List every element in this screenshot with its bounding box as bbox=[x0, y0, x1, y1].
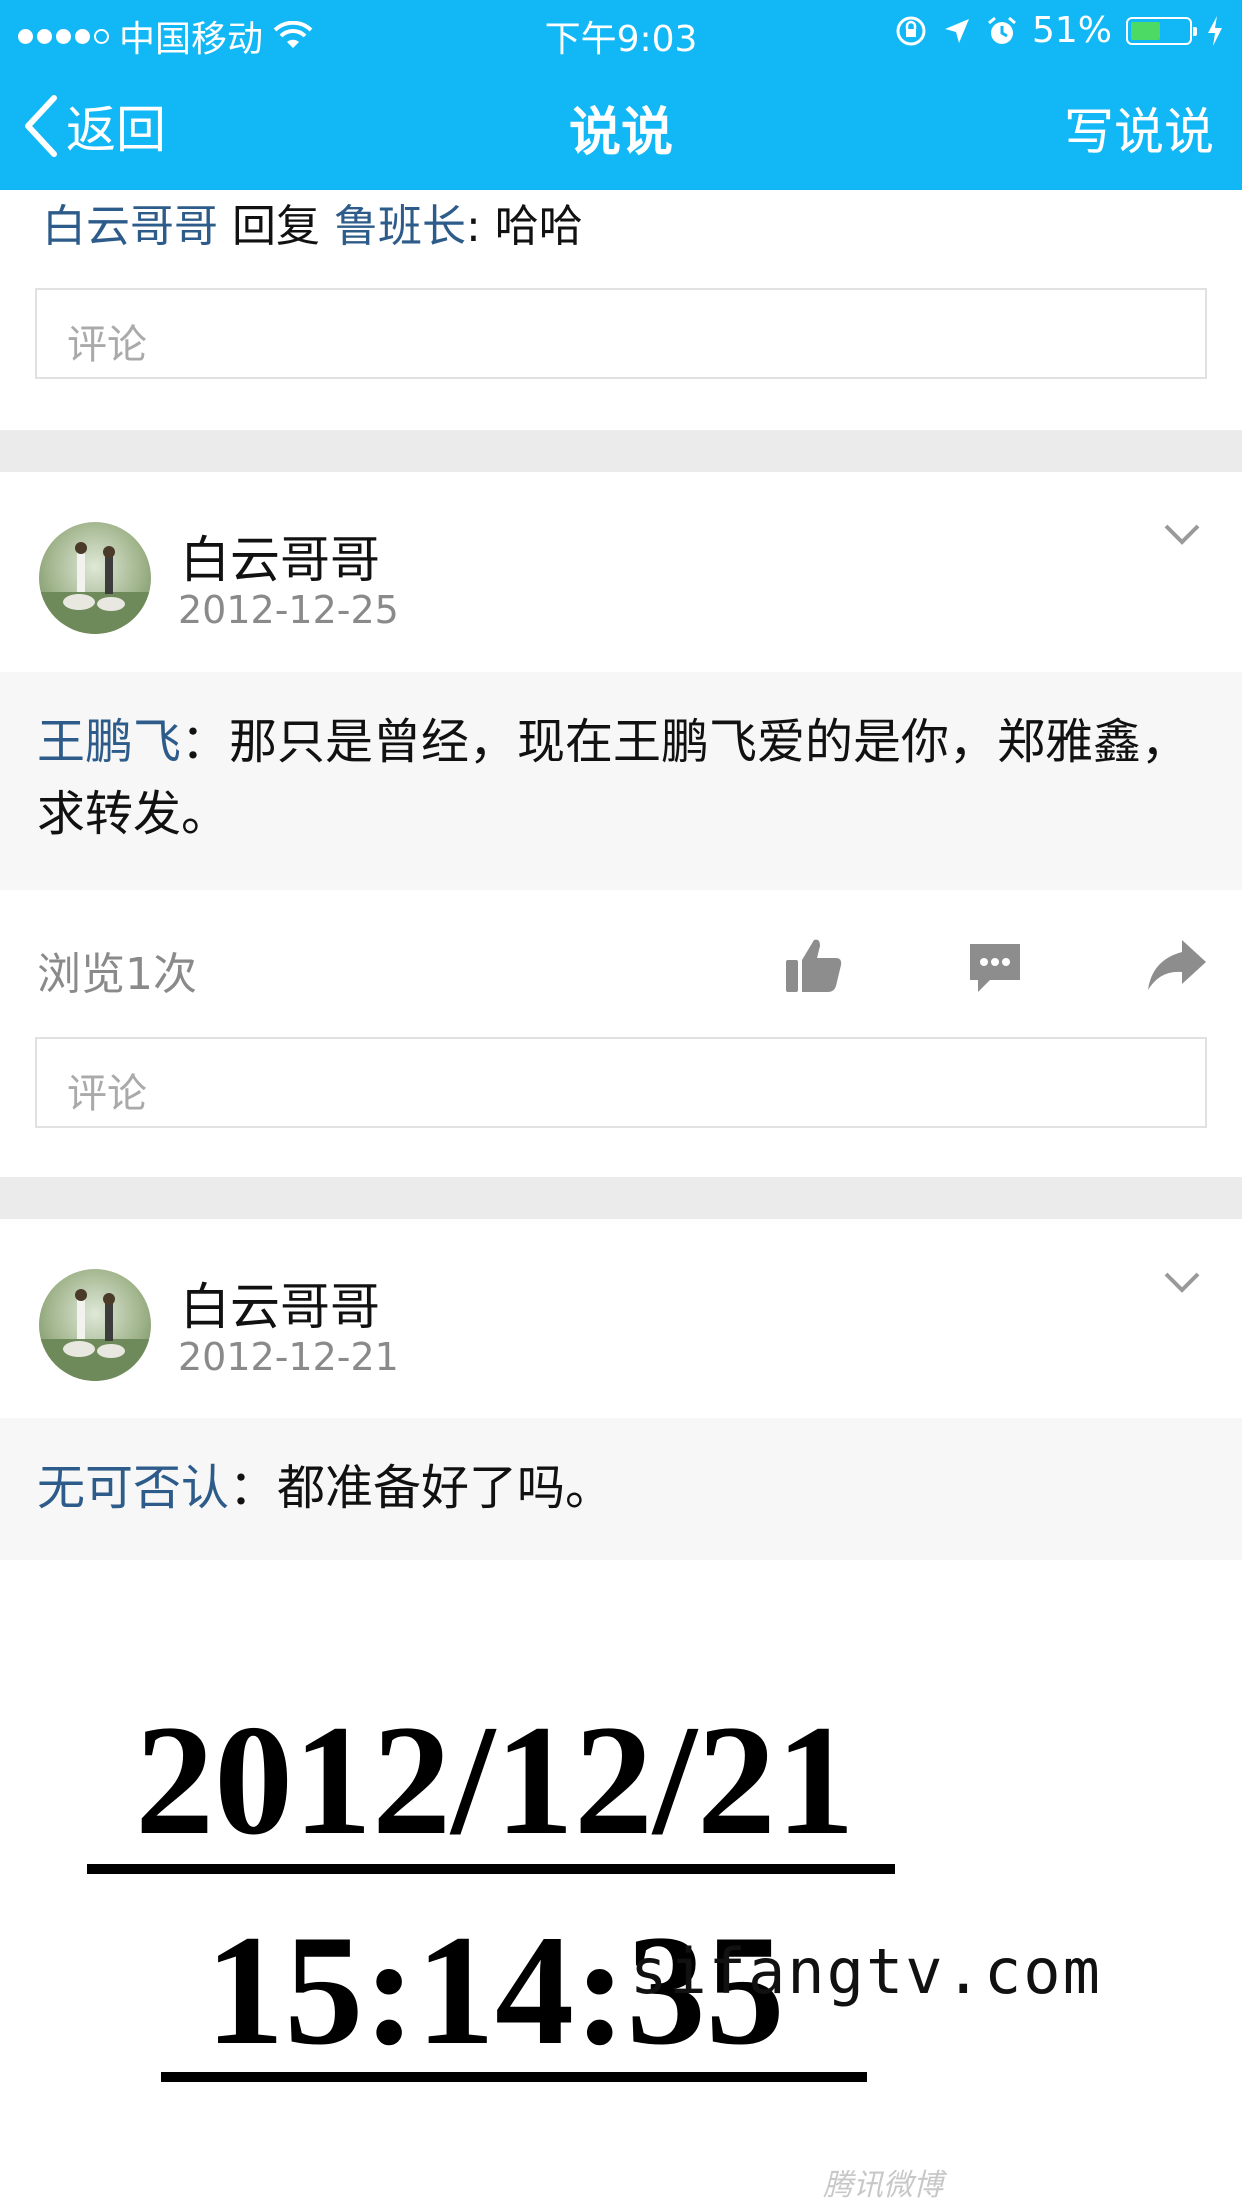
image-underline bbox=[161, 2072, 867, 2082]
expand-chevron-icon[interactable] bbox=[1162, 1262, 1202, 1302]
status-bar: 中国移动 下午9:03 51% bbox=[0, 0, 1242, 62]
like-icon[interactable] bbox=[784, 936, 844, 994]
post-author[interactable]: 白云哥哥 bbox=[180, 1267, 380, 1339]
comment-input[interactable]: 评论 bbox=[35, 288, 1207, 379]
post-mention[interactable]: 王鹏飞 bbox=[37, 714, 181, 770]
image-logo: 腾讯微博 bbox=[823, 2168, 943, 2203]
reply-verb: 回复 bbox=[232, 201, 320, 252]
reply-text: : 哈哈 bbox=[466, 201, 583, 252]
post-author[interactable]: 白云哥哥 bbox=[180, 520, 380, 592]
post-date: 2012-12-21 bbox=[178, 1335, 399, 1379]
reply-comment: 白云哥哥 回复 鲁班长: 哈哈 bbox=[42, 190, 583, 254]
location-icon bbox=[944, 18, 969, 43]
reply-from-user[interactable]: 白云哥哥 bbox=[42, 201, 218, 252]
post-content: 都准备好了吗。 bbox=[277, 1460, 614, 1516]
post-text: 无可否认：都准备好了吗。 bbox=[37, 1452, 1207, 1524]
status-right: 51% bbox=[894, 10, 1224, 51]
post-separator: ： bbox=[181, 714, 230, 770]
watermark: sifangtv.com bbox=[630, 1935, 1102, 2008]
lock-rotation-icon bbox=[896, 16, 926, 45]
view-count: 浏览1次 bbox=[37, 949, 197, 1000]
post-date: 2012-12-25 bbox=[178, 588, 399, 632]
image-underline bbox=[87, 1864, 895, 1874]
battery-icon bbox=[1126, 16, 1197, 45]
write-post-button[interactable]: 写说说 bbox=[1064, 92, 1214, 164]
post-mention[interactable]: 无可否认 bbox=[37, 1460, 229, 1516]
image-date-text: 2012/12/21 bbox=[135, 1693, 855, 1868]
comment-input[interactable]: 评论 bbox=[35, 1037, 1207, 1128]
avatar[interactable] bbox=[39, 1269, 151, 1381]
post-image[interactable]: 2012/12/21 15:14:35 腾讯微博 bbox=[35, 1560, 955, 2208]
alarm-icon bbox=[988, 16, 1016, 44]
expand-chevron-icon[interactable] bbox=[1162, 514, 1202, 554]
post-separator: ： bbox=[229, 1460, 278, 1516]
charging-icon bbox=[1208, 15, 1222, 46]
comment-icon[interactable] bbox=[970, 944, 1020, 992]
nav-bar: 返回 说说 写说说 bbox=[0, 62, 1242, 190]
share-icon[interactable] bbox=[1146, 938, 1208, 992]
avatar[interactable] bbox=[39, 522, 151, 634]
page-title: 说说 bbox=[568, 103, 673, 163]
battery-percent: 51% bbox=[1031, 10, 1112, 51]
post-text: 王鹏飞：那只是曾经，现在王鹏飞爱的是你，郑雅鑫，求转发。 bbox=[37, 706, 1207, 850]
reply-to-user[interactable]: 鲁班长 bbox=[334, 201, 466, 252]
